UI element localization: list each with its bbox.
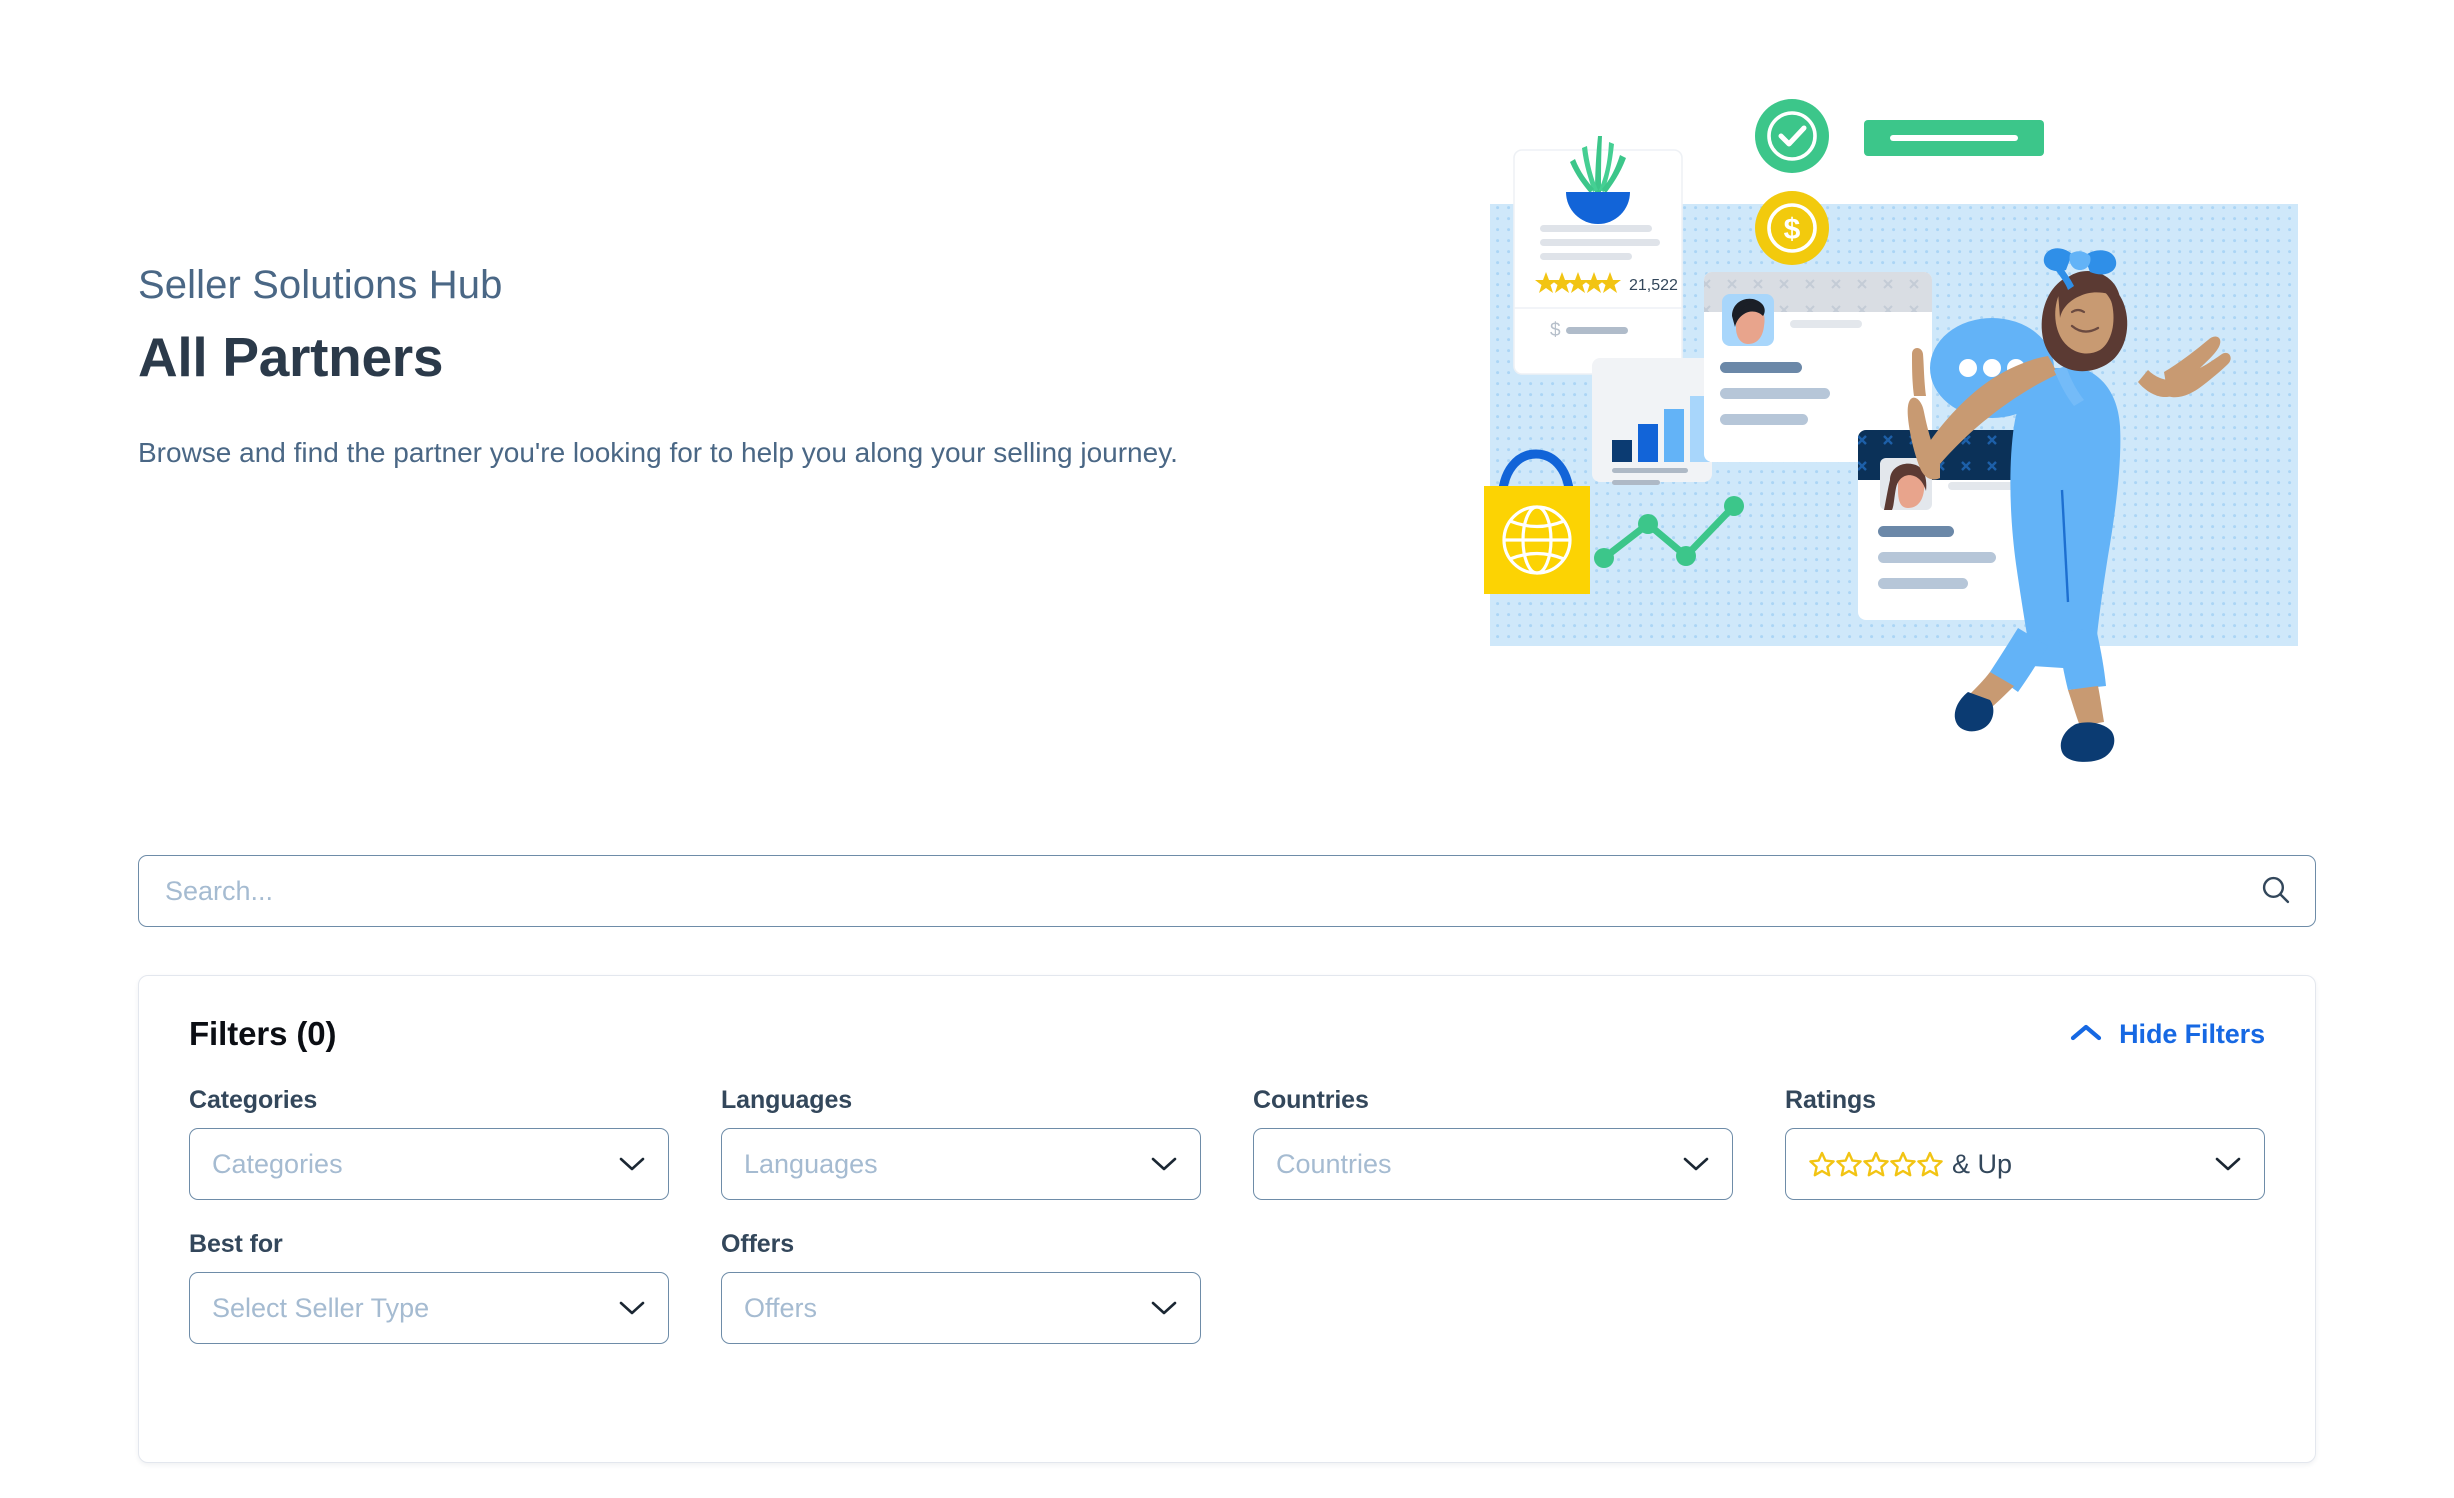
filter-label-offers: Offers <box>721 1230 795 1258</box>
filter-group-categories: Categories Categories <box>189 1086 669 1200</box>
filter-group-offers: Offers Offers <box>721 1230 1201 1344</box>
hero-eyebrow: Seller Solutions Hub <box>138 263 503 307</box>
hero-section: Seller Solutions Hub All Partners Browse… <box>0 0 2454 820</box>
offers-select[interactable]: Offers <box>721 1272 1201 1344</box>
languages-select[interactable]: Languages <box>721 1128 1201 1200</box>
best-for-select[interactable]: Select Seller Type <box>189 1272 669 1344</box>
countries-select[interactable]: Countries <box>1253 1128 1733 1200</box>
filters-panel: Filters (0) Hide Filters Categories Cate… <box>138 975 2316 1463</box>
search-input[interactable] <box>139 856 2237 926</box>
svg-text:$: $ <box>1550 320 1561 341</box>
filters-header: Filters (0) Hide Filters <box>189 1011 2265 1057</box>
filters-title: Filters (0) <box>189 1015 337 1052</box>
hero-copy: Seller Solutions Hub All Partners Browse… <box>138 262 1318 473</box>
page-title: All Partners <box>138 326 444 389</box>
filter-label-ratings: Ratings <box>1785 1086 1876 1114</box>
ratings-select-label: & Up <box>1952 1148 2013 1179</box>
languages-select-value: Languages <box>744 1148 878 1179</box>
dollar-coin-badge: $ <box>1755 191 1829 265</box>
chevron-down-icon <box>1150 1155 1178 1173</box>
chevron-up-icon <box>2069 1022 2103 1047</box>
hide-filters-button[interactable]: Hide Filters <box>2069 1019 2265 1050</box>
bar-chart-card <box>1592 358 1712 485</box>
filter-label-categories: Categories <box>189 1086 318 1114</box>
filter-label-languages: Languages <box>721 1086 853 1114</box>
chevron-down-icon <box>1682 1155 1710 1173</box>
filter-group-ratings: Ratings & Up <box>1785 1086 2265 1200</box>
product-review-count: 21,522 <box>1629 277 1678 294</box>
countries-select-value: Countries <box>1276 1148 1392 1179</box>
hero-description: Browse and find the partner you're looki… <box>138 436 1178 468</box>
filter-label-countries: Countries <box>1253 1086 1369 1114</box>
best-for-select-value: Select Seller Type <box>212 1292 430 1323</box>
rating-stars <box>1808 1149 1944 1179</box>
hero-illustration: $ 21,522 $ <box>1462 40 2342 780</box>
chevron-down-icon <box>2214 1155 2242 1173</box>
ratings-select[interactable]: & Up <box>1785 1128 2265 1200</box>
filters-row-1: Categories Categories Languages Language… <box>189 1086 2265 1200</box>
filter-group-languages: Languages Languages <box>721 1086 1201 1200</box>
verified-check-badge <box>1755 99 1829 173</box>
search-button[interactable] <box>2237 856 2315 926</box>
svg-text:$: $ <box>1784 213 1801 246</box>
search-icon <box>2259 873 2293 910</box>
hide-filters-label: Hide Filters <box>2119 1018 2265 1049</box>
chevron-down-icon <box>1150 1299 1178 1317</box>
search-bar[interactable] <box>138 855 2316 927</box>
filter-group-best-for: Best for Select Seller Type <box>189 1230 669 1344</box>
categories-select-value: Categories <box>212 1148 343 1179</box>
page-root: Seller Solutions Hub All Partners Browse… <box>0 0 2454 1498</box>
categories-select[interactable]: Categories <box>189 1128 669 1200</box>
offers-select-value: Offers <box>744 1292 818 1323</box>
green-pill-badge <box>1864 120 2044 156</box>
chevron-down-icon <box>618 1299 646 1317</box>
filters-grid: Categories Categories Languages Language… <box>189 1086 2265 1374</box>
filter-label-best-for: Best for <box>189 1230 283 1258</box>
chevron-down-icon <box>618 1155 646 1173</box>
filters-row-2: Best for Select Seller Type Offers Offer… <box>189 1230 2265 1344</box>
filter-group-countries: Countries Countries <box>1253 1086 1733 1200</box>
product-card: 21,522 $ <box>1513 136 1683 375</box>
